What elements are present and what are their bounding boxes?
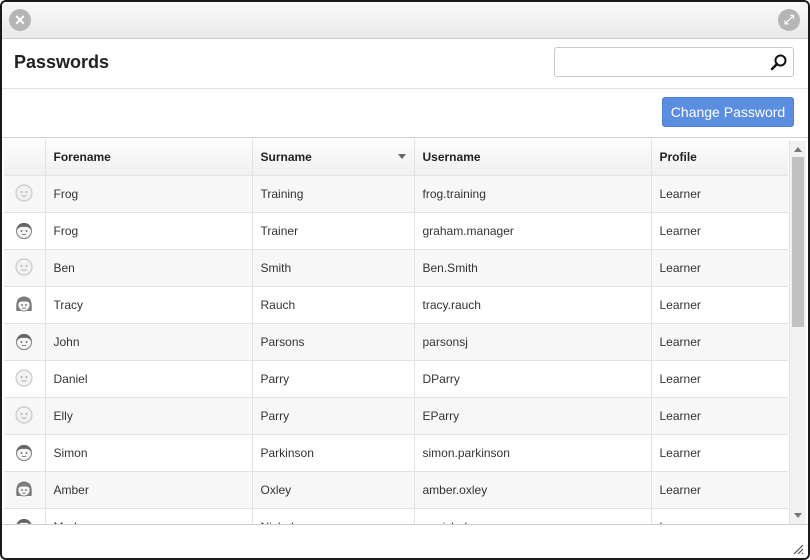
cell-forename: Tracy xyxy=(45,286,253,324)
avatar-cell xyxy=(4,397,46,435)
header: Passwords xyxy=(2,39,808,89)
cell-surname: Rauch xyxy=(252,286,415,324)
cell-username: EParry xyxy=(414,397,652,435)
search-icon[interactable] xyxy=(770,53,788,71)
column-header-surname[interactable]: Surname xyxy=(252,139,415,176)
cell-profile: Learner xyxy=(651,397,788,435)
table-row[interactable]: Elly Parry EParry Learner xyxy=(4,397,788,435)
cell-profile: Learner xyxy=(651,508,788,524)
cell-surname: Smith xyxy=(252,249,415,287)
cell-profile: Learner xyxy=(651,434,788,472)
scroll-up-arrow-icon[interactable] xyxy=(794,147,802,152)
table-header-row: Forename Surname Username Profile xyxy=(4,139,788,176)
cell-forename: Daniel xyxy=(45,360,253,398)
avatar-icon xyxy=(14,294,34,317)
search-box xyxy=(554,47,794,77)
table-row[interactable]: Frog Trainer graham.manager Learner xyxy=(4,212,788,250)
column-header-forename[interactable]: Forename xyxy=(45,139,253,176)
table-row[interactable]: Ben Smith Ben.Smith Learner xyxy=(4,249,788,287)
title-bar: ✕ ⤢ xyxy=(2,2,808,39)
resize-grip-icon[interactable] xyxy=(792,543,804,555)
column-header-surname-label: Surname xyxy=(260,150,312,164)
cell-profile: Learner xyxy=(651,249,788,287)
cell-surname: Parry xyxy=(252,397,415,435)
column-header-profile[interactable]: Profile xyxy=(651,139,788,176)
avatar-cell xyxy=(4,323,46,361)
cell-username: tracy.rauch xyxy=(414,286,652,324)
table-row[interactable]: Tracy Rauch tracy.rauch Learner xyxy=(4,286,788,324)
cell-profile: Learner xyxy=(651,471,788,509)
avatar-icon xyxy=(14,257,34,280)
search-input[interactable] xyxy=(555,48,773,74)
cell-surname: Oxley xyxy=(252,471,415,509)
users-table: Forename Surname Username Profile Frog Tr… xyxy=(4,139,788,524)
scrollbar-thumb[interactable] xyxy=(792,157,804,327)
expand-icon[interactable]: ⤢ xyxy=(778,9,800,31)
cell-username: DParry xyxy=(414,360,652,398)
close-icon[interactable]: ✕ xyxy=(9,9,31,31)
table-row[interactable]: Simon Parkinson simon.parkinson Learner xyxy=(4,434,788,472)
cell-username: simon.parkinson xyxy=(414,434,652,472)
page-title: Passwords xyxy=(14,52,110,72)
cell-surname: Nicholson xyxy=(252,508,415,524)
cell-surname: Trainer xyxy=(252,212,415,250)
avatar-cell xyxy=(4,175,46,213)
column-header-username[interactable]: Username xyxy=(414,139,652,176)
avatar-cell xyxy=(4,249,46,287)
cell-forename: Elly xyxy=(45,397,253,435)
cell-forename: Frog xyxy=(45,212,253,250)
table-row[interactable]: Frog Training frog.training Learner xyxy=(4,175,788,213)
avatar-cell xyxy=(4,471,46,509)
avatar-icon xyxy=(14,183,34,206)
avatar-cell xyxy=(4,360,46,398)
avatar-icon xyxy=(14,479,34,502)
table-row[interactable]: MarkNicholsonm.nicholsonLearner xyxy=(4,508,788,524)
cell-username: m.nicholson xyxy=(414,508,652,524)
action-bar: Change Password xyxy=(2,89,808,138)
column-header-avatar xyxy=(4,139,46,176)
avatar-icon xyxy=(14,516,34,524)
cell-username: frog.training xyxy=(414,175,652,213)
scroll-down-arrow-icon[interactable] xyxy=(794,513,802,518)
cell-surname: Parkinson xyxy=(252,434,415,472)
sort-descending-icon[interactable] xyxy=(397,154,406,159)
passwords-window: ✕ ⤢ Passwords Change Password Forename S… xyxy=(0,0,810,560)
cell-username: Ben.Smith xyxy=(414,249,652,287)
cell-forename: Ben xyxy=(45,249,253,287)
avatar-icon xyxy=(14,220,34,243)
avatar-cell xyxy=(4,434,46,472)
cell-username: graham.manager xyxy=(414,212,652,250)
cell-profile: Learner xyxy=(651,212,788,250)
avatar-cell xyxy=(4,508,46,524)
table-row[interactable]: Amber Oxley amber.oxley Learner xyxy=(4,471,788,509)
cell-forename: Amber xyxy=(45,471,253,509)
table-row[interactable]: John Parsons parsonsj Learner xyxy=(4,323,788,361)
cell-forename: John xyxy=(45,323,253,361)
cell-surname: Training xyxy=(252,175,415,213)
cell-surname: Parsons xyxy=(252,323,415,361)
cell-forename: Frog xyxy=(45,175,253,213)
change-password-button[interactable]: Change Password xyxy=(662,97,794,127)
table-row[interactable]: Daniel Parry DParry Learner xyxy=(4,360,788,398)
cell-profile: Learner xyxy=(651,175,788,213)
avatar-icon xyxy=(14,442,34,465)
cell-surname: Parry xyxy=(252,360,415,398)
vertical-scrollbar[interactable] xyxy=(789,141,806,524)
cell-profile: Learner xyxy=(651,360,788,398)
cell-username: parsonsj xyxy=(414,323,652,361)
footer xyxy=(2,524,808,558)
avatar-icon xyxy=(14,405,34,428)
avatar-icon xyxy=(14,368,34,391)
cell-profile: Learner xyxy=(651,323,788,361)
users-grid: Forename Surname Username Profile Frog Tr… xyxy=(4,139,788,524)
cell-forename: Simon xyxy=(45,434,253,472)
cell-profile: Learner xyxy=(651,286,788,324)
avatar-cell xyxy=(4,212,46,250)
cell-username: amber.oxley xyxy=(414,471,652,509)
cell-forename: Mark xyxy=(45,508,253,524)
avatar-cell xyxy=(4,286,46,324)
avatar-icon xyxy=(14,331,34,354)
